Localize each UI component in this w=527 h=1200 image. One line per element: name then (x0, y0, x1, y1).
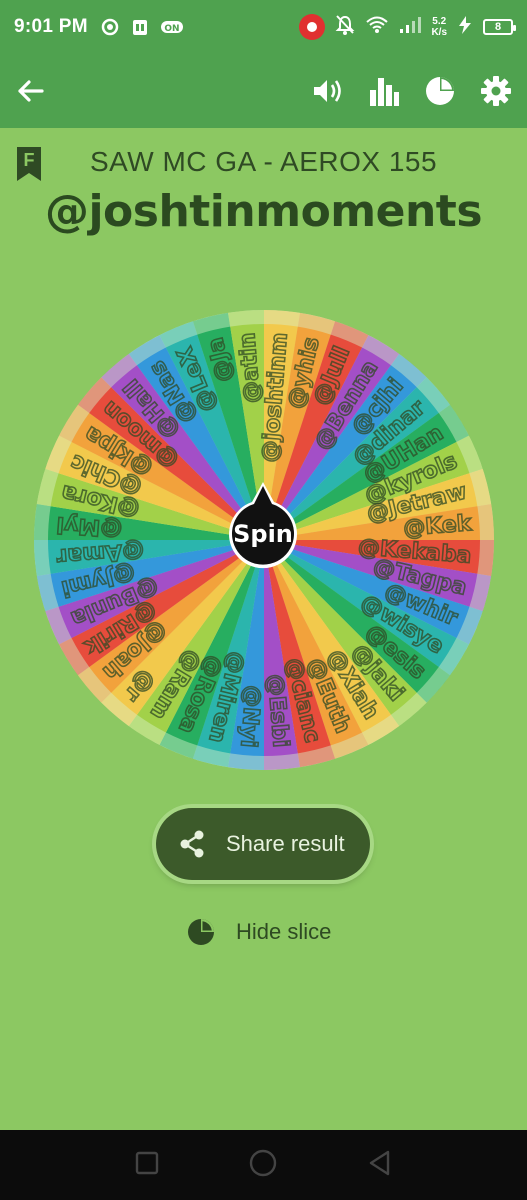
battery-icon: 8 (483, 19, 516, 35)
recents-icon (135, 1151, 159, 1174)
app-bar (0, 54, 527, 128)
spin-result: @joshtinmoments (44, 186, 483, 237)
on-badge-icon: ON (160, 18, 184, 36)
recents-button[interactable] (134, 1150, 160, 1181)
bar-chart-icon (370, 78, 399, 106)
hide-slice-button[interactable]: Hide slice (186, 912, 331, 952)
slices-button[interactable] (421, 72, 459, 110)
spin-label: Spin (233, 520, 293, 548)
pie-chart-icon (188, 919, 214, 945)
svg-text:ON: ON (164, 24, 179, 34)
wheel-title: SAW MC GA - AEROX 155 (89, 146, 438, 177)
home-button[interactable] (248, 1148, 278, 1183)
back-arrow-button[interactable] (12, 72, 50, 110)
back-icon (369, 1150, 390, 1175)
settings-button[interactable] (477, 72, 515, 110)
sim-card-icon (130, 17, 150, 37)
share-result-button[interactable]: Share result (156, 808, 370, 880)
share-icon (180, 830, 204, 858)
mute-bell-icon (335, 14, 355, 41)
settings-sync-icon (100, 17, 120, 37)
back-button[interactable] (367, 1149, 393, 1182)
status-bar: 9:01 PM ON 5.2 K/s 8 (0, 0, 527, 54)
home-icon (250, 1149, 277, 1176)
wifi-icon (365, 15, 389, 40)
system-nav-bar (0, 1130, 527, 1200)
volume-icon (314, 80, 341, 102)
hide-slice-label: Hide slice (236, 919, 332, 944)
share-result-label: Share result (226, 831, 345, 856)
sound-toggle-button[interactable] (309, 72, 347, 110)
signal-icon (399, 16, 422, 39)
arrow-left-icon (18, 80, 44, 102)
network-speed: 5.2 K/s (431, 16, 447, 38)
charging-icon (457, 15, 473, 40)
results-stats-button[interactable] (365, 72, 403, 110)
settings-icon (481, 76, 511, 106)
status-time: 9:01 PM (14, 16, 88, 37)
spin-button[interactable]: Spin (226, 480, 300, 572)
screen-record-icon (299, 14, 326, 40)
pie-chart-icon (426, 77, 454, 105)
